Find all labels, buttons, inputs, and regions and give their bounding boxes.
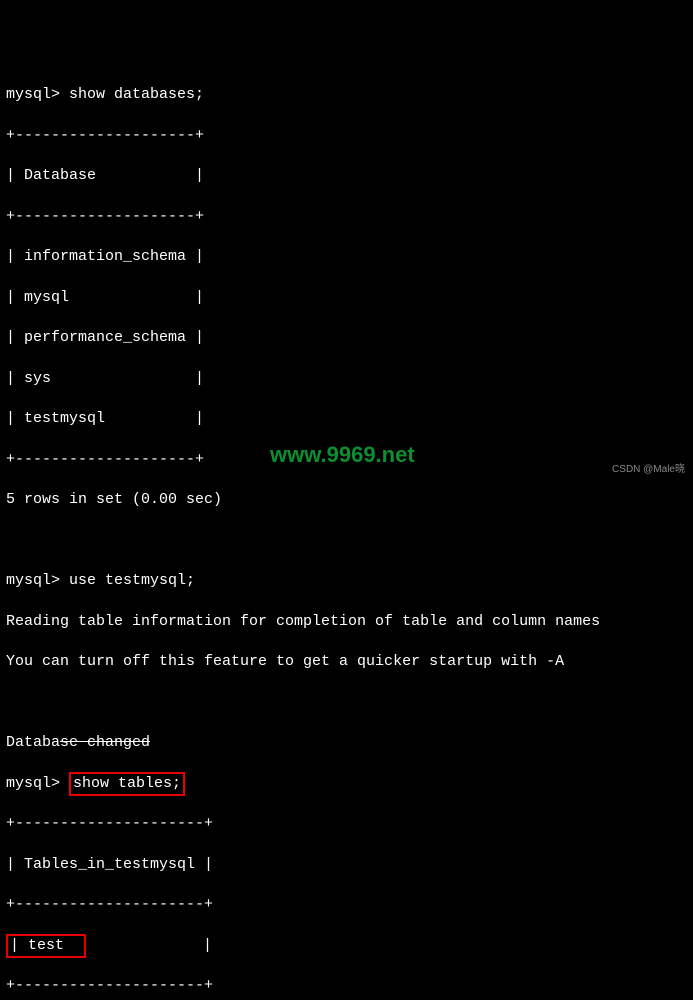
info-message: You can turn off this feature to get a q… [6, 652, 687, 672]
database-changed-strike: se changed [60, 734, 150, 751]
terminal-line: Database changed [6, 733, 687, 753]
table-row: | testmysql | [6, 409, 687, 429]
table-row-content: | test [10, 937, 82, 954]
table-border: +---------------------+ [6, 895, 687, 915]
table-border: +---------------------+ [6, 976, 687, 996]
terminal-line: | test | [6, 936, 687, 956]
table-row: | mysql | [6, 288, 687, 308]
table-header: | Tables_in_testmysql | [6, 855, 687, 875]
blank-line [6, 531, 687, 551]
mysql-prompt: mysql> [6, 86, 60, 103]
table-border: +---------------------+ [6, 814, 687, 834]
table-row: | information_schema | [6, 247, 687, 267]
command-show-tables: show tables; [73, 775, 181, 792]
table-row-suffix: | [86, 937, 212, 954]
terminal-line: mysql> show databases; [6, 85, 687, 105]
command-show-databases: show databases; [69, 86, 204, 103]
watermark-text: www.9969.net [270, 440, 415, 470]
terminal-line: mysql> show tables; [6, 774, 687, 794]
blank-line [6, 693, 687, 713]
table-row: | sys | [6, 369, 687, 389]
highlight-show-tables: show tables; [69, 772, 185, 796]
terminal-line: mysql> use testmysql; [6, 571, 687, 591]
highlight-test-row: | test [6, 934, 86, 958]
database-changed-prefix: Databa [6, 734, 60, 751]
result-footer: 5 rows in set (0.00 sec) [6, 490, 687, 510]
table-row: | performance_schema | [6, 328, 687, 348]
credit-text: CSDN @Male晓 [612, 463, 685, 477]
table-border: +--------------------+ [6, 126, 687, 146]
command-use: use testmysql; [69, 572, 195, 589]
table-border: +--------------------+ [6, 207, 687, 227]
mysql-prompt: mysql> [6, 775, 60, 792]
mysql-prompt: mysql> [6, 572, 60, 589]
table-header: | Database | [6, 166, 687, 186]
info-message: Reading table information for completion… [6, 612, 687, 632]
